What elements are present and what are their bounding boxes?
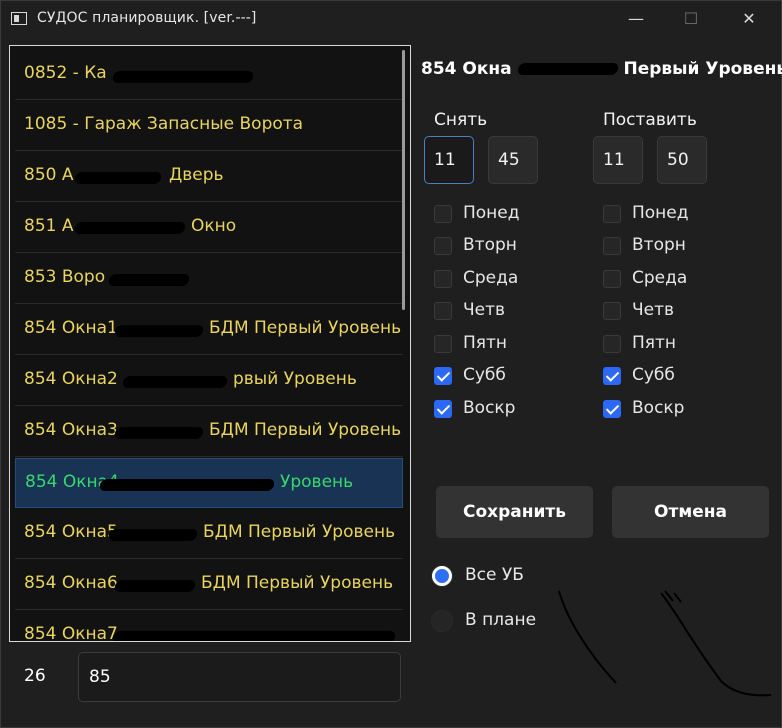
checkbox-checked[interactable] xyxy=(603,400,621,418)
checkbox[interactable] xyxy=(603,302,621,320)
list-item[interactable]: 854 Окна5 БДМ Первый Уровень xyxy=(15,509,403,559)
list-item-label: 1085 - Гараж Запасные Ворота xyxy=(24,114,304,134)
value-input[interactable]: 85 xyxy=(78,652,401,702)
checkbox[interactable] xyxy=(603,205,621,223)
list-item[interactable]: 854 Окна7 xyxy=(15,611,403,642)
window-title: СУДОС планировщик. [ver.---] xyxy=(37,10,257,26)
list-item-label: 854 Окна7 xyxy=(24,624,118,642)
checkbox[interactable] xyxy=(434,335,452,353)
list-item-label: 854 Окна2 xyxy=(24,369,118,389)
checkbox-checked[interactable] xyxy=(434,400,452,418)
list-item-label-tail: БДМ Первый Уровень xyxy=(203,522,396,542)
remove-hours-input[interactable]: 11 xyxy=(424,136,474,184)
checkbox[interactable] xyxy=(434,302,452,320)
list-item-label: 854 Окна1 xyxy=(24,318,118,338)
redaction-mark xyxy=(73,222,187,234)
checkbox-checked[interactable] xyxy=(603,367,621,385)
list-item-label: 854 Окна6 xyxy=(24,573,118,593)
redaction-mark xyxy=(111,71,255,83)
list-item-label-tail: Уровень xyxy=(280,472,354,492)
details-title: 854 Окна Первый Уровень xyxy=(421,59,782,79)
cancel-button[interactable]: Отмена xyxy=(612,486,769,538)
list-item-label: 851 А xyxy=(24,216,74,236)
title-bar: СУДОС планировщик. [ver.---] — ☐ ✕ xyxy=(1,1,781,37)
list-item-label: 853 Воро xyxy=(24,267,106,287)
list-item[interactable]: 854 Окна2 рвый Уровень xyxy=(15,356,403,406)
scribble-marks xyxy=(558,590,772,697)
checkbox[interactable] xyxy=(434,237,452,255)
checkbox[interactable] xyxy=(434,270,452,288)
checkbox[interactable] xyxy=(434,205,452,223)
list-scrollbar[interactable] xyxy=(402,50,405,310)
remove-minutes-input[interactable]: 45 xyxy=(488,136,538,184)
save-button[interactable]: Сохранить xyxy=(436,486,593,538)
list-item-label-tail: БДМ Первый Уровень xyxy=(209,420,402,440)
list-item[interactable]: 851 А Окно xyxy=(15,203,403,253)
redaction-mark xyxy=(113,580,197,592)
radio-selected[interactable] xyxy=(431,565,453,587)
list-item-label-tail: рвый Уровень xyxy=(233,369,357,389)
redaction-mark xyxy=(113,427,205,439)
maximize-button[interactable]: ☐ xyxy=(668,1,714,37)
list-item[interactable]: 1085 - Гараж Запасные Ворота xyxy=(15,101,403,151)
list-item-label: 0852 - Ка xyxy=(24,63,107,83)
list-item[interactable]: 854 Окна3 БДМ Первый Уровень xyxy=(15,407,403,457)
list-item[interactable]: 853 Воро xyxy=(15,254,403,304)
set-time-label: Поставить xyxy=(603,110,697,130)
set-minutes-input[interactable]: 50 xyxy=(657,136,707,184)
set-hours-input[interactable]: 11 xyxy=(593,136,643,184)
list-item-label-tail: БДМ Первый Уровень xyxy=(201,573,394,593)
redaction-mark xyxy=(107,274,191,286)
list-item[interactable]: 850 А Дверь xyxy=(15,152,403,202)
close-button[interactable]: ✕ xyxy=(726,1,772,37)
checkbox[interactable] xyxy=(603,270,621,288)
list-item-label-tail: Дверь xyxy=(169,165,224,185)
redaction-mark xyxy=(121,376,229,388)
app-window: СУДОС планировщик. [ver.---] — ☐ ✕ 0852 … xyxy=(0,0,782,728)
redaction-mark xyxy=(98,479,276,491)
list-item-label-tail: БДМ Первый Уровень xyxy=(209,318,402,338)
list-item-label: 850 А xyxy=(24,165,74,185)
redaction-mark xyxy=(107,529,199,541)
redaction-mark xyxy=(73,172,163,184)
redaction-mark xyxy=(111,631,397,641)
radio-unselected[interactable] xyxy=(431,610,453,632)
list-item[interactable]: 854 Окна6 БДМ Первый Уровень xyxy=(15,560,403,610)
checkbox-checked[interactable] xyxy=(434,367,452,385)
list-item[interactable]: 854 Окна1 БДМ Первый Уровень xyxy=(15,305,403,355)
list-item-label: 854 Окна5 xyxy=(24,522,118,542)
list-item-label: 854 Окна3 xyxy=(24,420,118,440)
checkbox[interactable] xyxy=(603,237,621,255)
remove-time-label: Снять xyxy=(434,110,488,130)
object-list[interactable]: 0852 - Ка 1085 - Гараж Запасные Ворота 8… xyxy=(9,45,411,642)
checkbox[interactable] xyxy=(603,335,621,353)
list-item[interactable]: 0852 - Ка xyxy=(15,50,403,100)
minimize-button[interactable]: — xyxy=(613,1,659,37)
list-item-selected[interactable]: 854 Окна4 Уровень xyxy=(15,458,403,508)
item-count: 26 xyxy=(24,666,46,686)
app-icon xyxy=(11,12,27,25)
redaction-mark xyxy=(113,325,205,337)
list-item-label-tail: Окно xyxy=(191,216,237,236)
